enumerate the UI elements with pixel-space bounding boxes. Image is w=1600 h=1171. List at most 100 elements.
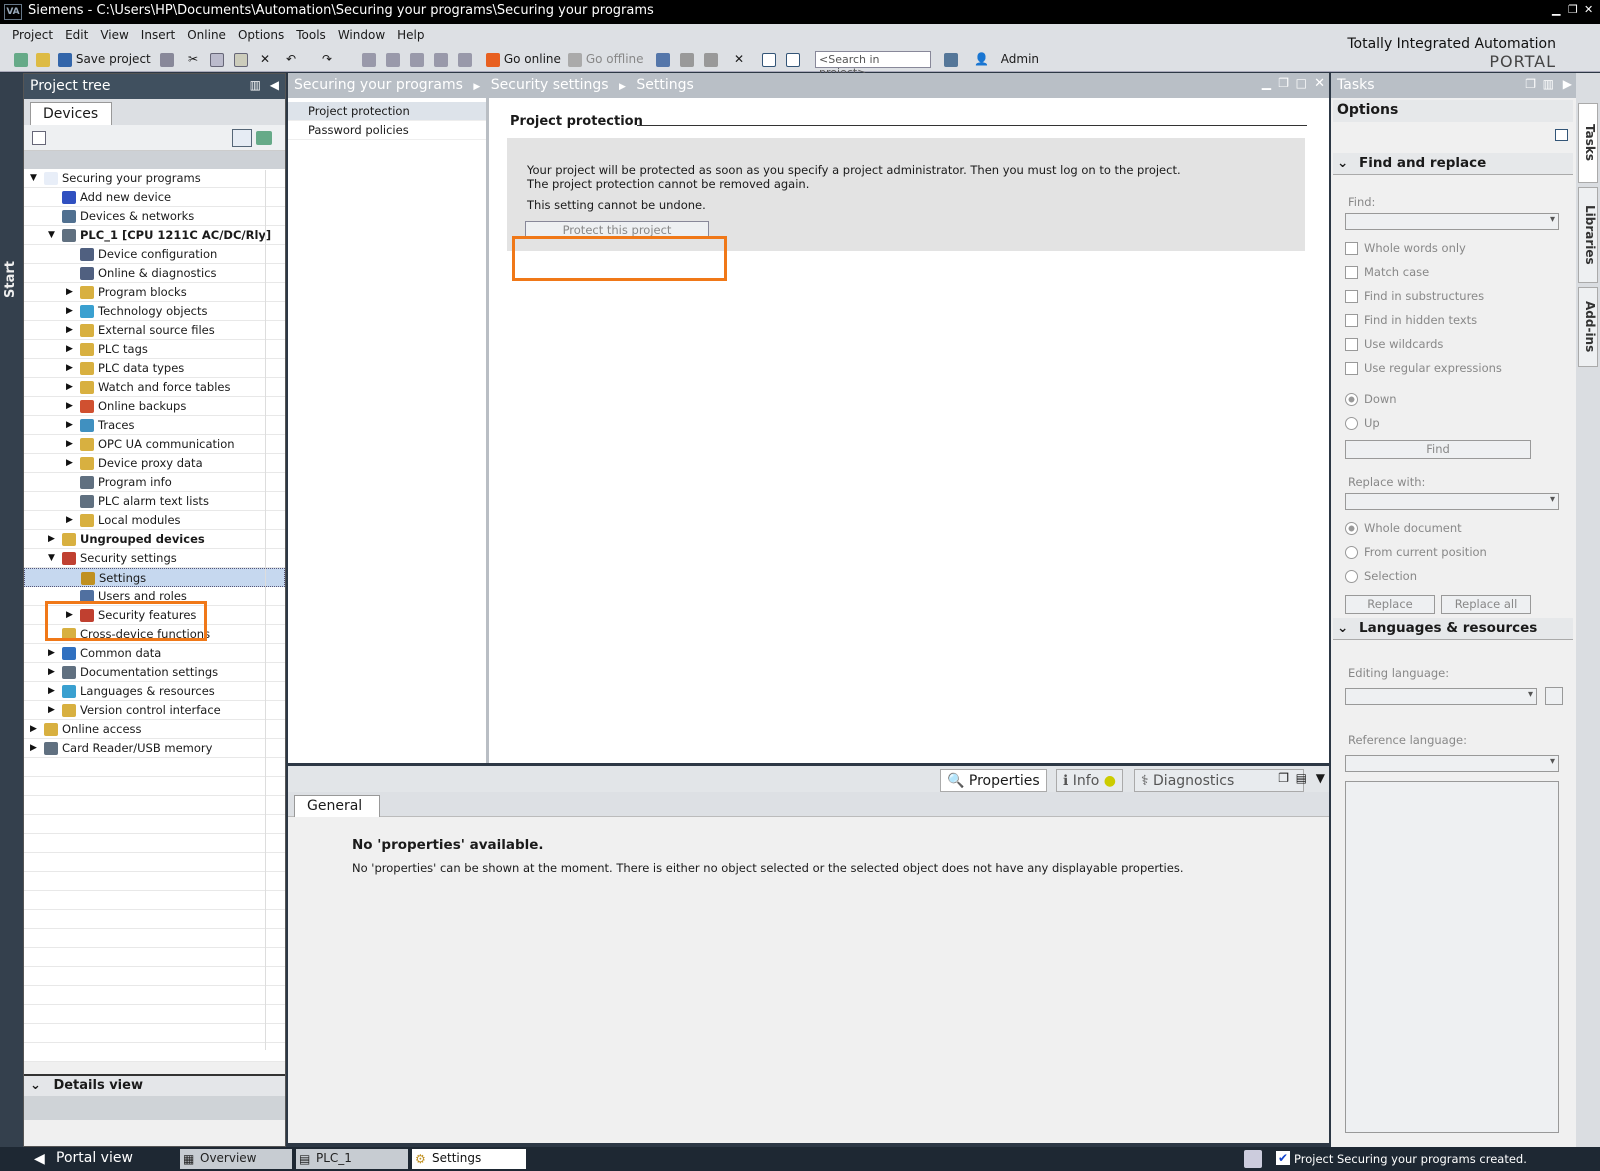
tree-item[interactable]: Device configuration: [24, 245, 285, 264]
taskbar-overview[interactable]: ▦ Overview: [180, 1149, 292, 1169]
reference-language-select[interactable]: [1345, 755, 1559, 772]
float-inspector-icon[interactable]: ❐: [1278, 771, 1289, 785]
accessible-devices-icon[interactable]: [656, 50, 670, 68]
tree-item[interactable]: ▶ Documentation settings: [24, 663, 285, 682]
menu-view[interactable]: View: [94, 24, 134, 42]
tree-item[interactable]: ▶ Languages & resources: [24, 682, 285, 701]
stop-sim-icon[interactable]: [458, 50, 472, 68]
cut-icon[interactable]: ✂: [188, 50, 198, 68]
search-in-project-input[interactable]: <Search in project>: [815, 51, 931, 79]
expand-down-icon[interactable]: ▼: [48, 226, 58, 244]
expand-right-icon[interactable]: ▶: [66, 302, 76, 320]
tree-item[interactable]: ▶ External source files: [24, 321, 285, 340]
status-detail-icon[interactable]: [1244, 1150, 1262, 1168]
tree-item[interactable]: ▶ Local modules: [24, 511, 285, 530]
tree-item[interactable]: Settings: [24, 568, 285, 587]
breadcrumb-security-settings[interactable]: Security settings: [491, 77, 609, 93]
save-project-button[interactable]: Save project: [58, 50, 151, 68]
collapse-left-icon[interactable]: ◀: [270, 78, 279, 92]
tree-item[interactable]: ▼ Securing your programs: [24, 169, 285, 188]
close-editor-icon[interactable]: ✕: [1314, 76, 1325, 91]
expand-right-icon[interactable]: ▶: [48, 644, 58, 662]
delete-icon[interactable]: ✕: [260, 50, 270, 68]
find-button[interactable]: Find: [1345, 440, 1531, 459]
tree-item[interactable]: Add new device: [24, 188, 285, 207]
side-tab-libraries[interactable]: Libraries: [1578, 187, 1598, 283]
tree-item[interactable]: ▶ Watch and force tables: [24, 378, 285, 397]
tree-item[interactable]: Online & diagnostics: [24, 264, 285, 283]
collapse-right-icon[interactable]: ▶: [1563, 77, 1572, 91]
start-strip[interactable]: Start: [0, 73, 23, 1147]
expand-right-icon[interactable]: ▶: [48, 530, 58, 548]
task-layout-icon[interactable]: [1555, 129, 1568, 141]
tree-item[interactable]: ▶ Device proxy data: [24, 454, 285, 473]
start-cpu-icon[interactable]: [680, 50, 694, 68]
find-input[interactable]: [1345, 213, 1559, 230]
side-tab-addins[interactable]: Add-ins: [1578, 287, 1598, 367]
maximize-editor-icon[interactable]: □: [1296, 76, 1307, 90]
tab-info[interactable]: ℹ Info ●: [1056, 769, 1123, 792]
languages-header[interactable]: ⌄ Languages & resources: [1333, 618, 1573, 640]
expand-right-icon[interactable]: ▶: [48, 701, 58, 719]
tree-item[interactable]: ▶ Traces: [24, 416, 285, 435]
replace-all-button[interactable]: Replace all: [1441, 595, 1531, 614]
undo-icon[interactable]: ↶: [286, 50, 296, 68]
show-overview-icon[interactable]: [32, 131, 46, 145]
wildcards-checkbox[interactable]: Use wildcards: [1345, 337, 1443, 351]
nav-password-policies[interactable]: Password policies: [288, 121, 486, 140]
find-replace-header[interactable]: ⌄ Find and replace: [1333, 153, 1573, 175]
whole-document-radio[interactable]: Whole document: [1345, 521, 1462, 535]
tree-item[interactable]: ▶ Version control interface: [24, 701, 285, 720]
expand-right-icon[interactable]: ▶: [30, 739, 40, 757]
start-sim-icon[interactable]: [434, 50, 448, 68]
tree-item[interactable]: ▼ PLC_1 [CPU 1211C AC/DC/Rly]: [24, 226, 285, 245]
up-radio[interactable]: Up: [1345, 416, 1380, 430]
tab-general[interactable]: General: [294, 795, 380, 817]
tree-scrollbar[interactable]: [265, 170, 266, 1050]
stop-cpu-icon[interactable]: [704, 50, 718, 68]
tree-item[interactable]: ▶ Online backups: [24, 397, 285, 416]
tree-item[interactable]: ▶ Card Reader/USB memory: [24, 739, 285, 758]
tree-item[interactable]: ▶ PLC tags: [24, 340, 285, 359]
breadcrumb-settings[interactable]: Settings: [636, 77, 693, 93]
expand-right-icon[interactable]: ▶: [66, 321, 76, 339]
upload-icon[interactable]: [410, 50, 424, 68]
expand-right-icon[interactable]: ▶: [48, 682, 58, 700]
tab-properties[interactable]: 🔍 Properties: [940, 769, 1047, 792]
expand-right-icon[interactable]: ▶: [66, 435, 76, 453]
tree-item[interactable]: ▼ Security settings: [24, 549, 285, 568]
pin-icon[interactable]: ▥: [250, 78, 261, 92]
replace-button[interactable]: Replace: [1345, 595, 1435, 614]
tree-item[interactable]: Devices & networks: [24, 207, 285, 226]
side-tab-tasks[interactable]: Tasks: [1578, 103, 1598, 183]
selection-radio[interactable]: Selection: [1345, 569, 1417, 583]
maximize-inspector-icon[interactable]: ▤: [1296, 771, 1307, 785]
expand-right-icon[interactable]: ▶: [66, 416, 76, 434]
split-horizontal-icon[interactable]: [762, 50, 776, 68]
new-project-icon[interactable]: [14, 50, 28, 68]
tree-item[interactable]: Program info: [24, 473, 285, 492]
find-hidden-checkbox[interactable]: Find in hidden texts: [1345, 313, 1477, 327]
down-radio[interactable]: Down: [1345, 392, 1397, 406]
minimize-editor-icon[interactable]: ▁: [1262, 76, 1271, 90]
details-view-header[interactable]: ⌄ Details view: [24, 1074, 285, 1096]
go-online-button[interactable]: Go online: [486, 50, 561, 68]
tree-item[interactable]: ▶ Ungrouped devices: [24, 530, 285, 549]
menu-tools[interactable]: Tools: [290, 24, 332, 42]
compile-icon[interactable]: [362, 50, 376, 68]
menu-project[interactable]: Project: [6, 24, 59, 42]
redo-icon[interactable]: ↷: [322, 50, 332, 68]
language-settings-icon[interactable]: [1545, 687, 1563, 705]
tree-item[interactable]: ▶ Technology objects: [24, 302, 285, 321]
minimize-icon[interactable]: ▁: [1552, 3, 1560, 16]
sync-icon[interactable]: [256, 131, 272, 145]
expand-right-icon[interactable]: ▶: [66, 340, 76, 358]
close-icon[interactable]: ✕: [1584, 3, 1593, 16]
expand-right-icon[interactable]: ▶: [66, 454, 76, 472]
cross-reference-icon[interactable]: ✕: [734, 50, 744, 68]
tree-item[interactable]: ▶ Common data: [24, 644, 285, 663]
split-vertical-icon[interactable]: [786, 50, 800, 68]
user-button[interactable]: 👤 Admin: [974, 50, 1039, 68]
pin-tasks-icon[interactable]: ▥: [1543, 77, 1554, 91]
restore-icon[interactable]: ❐: [1568, 3, 1578, 16]
